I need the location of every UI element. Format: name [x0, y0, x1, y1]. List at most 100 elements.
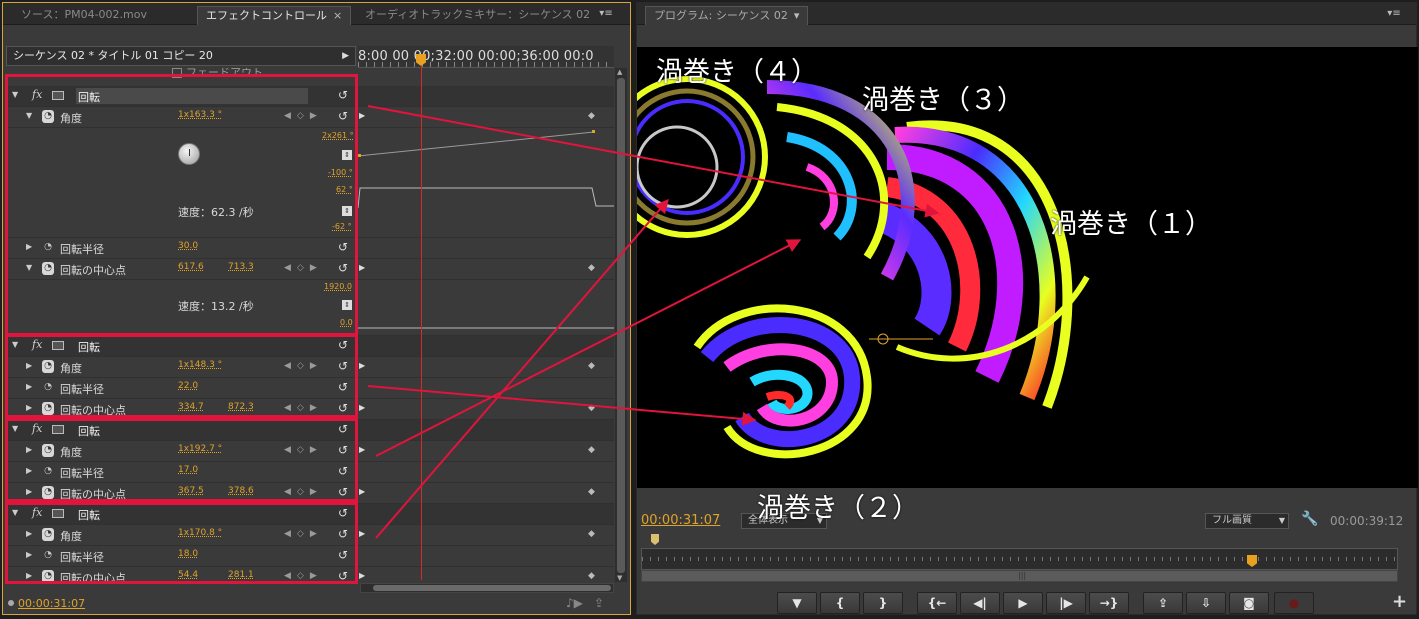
step-forward-button[interactable]: |▶ [1046, 592, 1086, 614]
expand-triangle-icon[interactable]: ▼ [26, 111, 32, 120]
expand-triangle-icon[interactable]: ▶ [26, 361, 32, 370]
program-zoom-scrollbar[interactable]: ||| [641, 570, 1398, 582]
tab-audio-track-mixer[interactable]: オーディオトラックミキサー：シーケンス 02 [357, 6, 593, 25]
param-value[interactable]: 18.0 [178, 549, 198, 559]
button-editor-button[interactable]: + [1392, 591, 1407, 612]
expand-triangle-icon[interactable]: ▶ [26, 529, 32, 538]
go-to-in-button[interactable]: {← [917, 592, 957, 614]
reset-icon[interactable]: ↺ [338, 443, 348, 457]
param-value-y[interactable]: 713.3 [228, 262, 254, 272]
param-value-y[interactable]: 872.3 [228, 402, 254, 412]
horizontal-scrollbar[interactable] [360, 583, 614, 593]
record-button[interactable]: ● [1274, 592, 1314, 614]
keyframe-nav-icon[interactable]: ◀◇▶ [284, 111, 323, 121]
tab-source[interactable]: ソース：PM04-002.mov [13, 6, 155, 25]
param-value[interactable]: 1x148.3 ° [178, 360, 222, 370]
step-back-button[interactable]: ◀| [960, 592, 1000, 614]
keyframe-nav-icon[interactable]: ◀◇▶ [284, 361, 323, 371]
expand-triangle-icon[interactable]: ▶ [26, 487, 32, 496]
scroll-thumb[interactable] [617, 78, 625, 573]
stopwatch-icon[interactable]: ◔ [42, 262, 54, 275]
vertical-scrollbar[interactable]: ▲ ▼ [615, 68, 627, 582]
param-value-y[interactable]: 281.1 [228, 570, 254, 580]
tab-close-icon[interactable]: × [333, 9, 342, 22]
angle-row-3[interactable]: ▶ ◔ 角度 1x192.7 ° ◀◇▶ ↺ ▶ ◆ [6, 441, 614, 462]
keyframe-nav-icon[interactable]: ◀◇▶ [284, 263, 323, 273]
reset-icon[interactable]: ↺ [338, 422, 348, 436]
fx-header-1[interactable]: ▼ fx 回転 ↺ [6, 86, 614, 107]
stopwatch-icon[interactable]: ◔ [42, 465, 54, 478]
stopwatch-icon[interactable]: ◔ [42, 528, 54, 541]
radius-row-1[interactable]: ▶ ◔ 回転半径 30.0 ↺ [6, 238, 614, 259]
program-timecode[interactable]: 00:00:31:07 [641, 513, 720, 528]
expand-triangle-icon[interactable]: ▼ [12, 340, 18, 349]
angle-dial-icon[interactable] [178, 143, 200, 165]
reset-icon[interactable]: ↺ [338, 380, 348, 394]
angle-row-2[interactable]: ▶ ◔ 角度 1x148.3 ° ◀◇▶ ↺ ▶ ◆ [6, 357, 614, 378]
export-icon[interactable]: ⇪ [594, 596, 604, 610]
stopwatch-icon[interactable]: ◔ [42, 402, 54, 415]
reset-icon[interactable]: ↺ [338, 506, 348, 520]
radius-row-4[interactable]: ▶ ◔ 回転半径 18.0 ↺ [6, 546, 614, 567]
go-to-out-button[interactable]: →} [1089, 592, 1129, 614]
keyframe-nav-icon[interactable]: ◀◇▶ [284, 571, 323, 581]
scroll-grip-icon[interactable]: ||| [1018, 571, 1026, 580]
audio-scrub-icon[interactable]: ♪▶ [566, 596, 583, 610]
param-value-x[interactable]: 334.7 [178, 402, 204, 412]
graph-toggle-icon[interactable]: ⇕ [342, 300, 352, 310]
reset-icon[interactable]: ↺ [338, 485, 348, 499]
radius-row-2[interactable]: ▶ ◔ 回転半径 22.0 ↺ [6, 378, 614, 399]
center-row-1[interactable]: ▼ ◔ 回転の中心点 617.6 713.3 ◀◇▶ ↺ ▶ ◆ [6, 259, 614, 280]
stopwatch-icon[interactable]: ◔ [42, 570, 54, 582]
reset-icon[interactable]: ↺ [338, 261, 348, 275]
param-value[interactable]: 1x163.3 ° [178, 110, 222, 120]
lift-button[interactable]: ⇪ [1143, 592, 1183, 614]
keyframe-nav-icon[interactable]: ◀◇▶ [284, 445, 323, 455]
panel-menu-icon[interactable]: ▾≡ [1385, 8, 1403, 21]
reset-icon[interactable]: ↺ [338, 527, 348, 541]
center-row-2[interactable]: ▶ ◔ 回転の中心点 334.7 872.3 ◀◇▶ ↺ ▶ ◆ [6, 399, 614, 420]
param-value[interactable]: 30.0 [178, 241, 198, 251]
reset-icon[interactable]: ↺ [338, 109, 348, 123]
stopwatch-icon[interactable]: ◔ [42, 381, 54, 394]
mark-out-button[interactable]: } [863, 592, 903, 614]
in-point-marker-icon[interactable] [651, 534, 659, 545]
footer-timecode[interactable]: 00:00:31:07 [18, 597, 85, 610]
reset-icon[interactable]: ↺ [338, 464, 348, 478]
param-value[interactable]: 17.0 [178, 465, 198, 475]
stopwatch-icon[interactable]: ◔ [42, 486, 54, 499]
param-value-x[interactable]: 367.5 [178, 486, 204, 496]
reset-icon[interactable]: ↺ [338, 548, 348, 562]
expand-triangle-icon[interactable]: ▶ [26, 466, 32, 475]
export-frame-button[interactable]: ◙ [1229, 592, 1269, 614]
keyframe-diamond-icon[interactable]: ◆ [588, 487, 595, 497]
scroll-up-icon[interactable]: ▲ [617, 68, 622, 76]
angle-graph[interactable] [358, 128, 614, 238]
center-row-3[interactable]: ▶ ◔ 回転の中心点 367.5 378.6 ◀◇▶ ↺ ▶ ◆ [6, 483, 614, 504]
program-video-frame[interactable] [637, 47, 1418, 488]
anchor-point-icon[interactable] [869, 333, 933, 345]
expand-triangle-icon[interactable]: ▶ [26, 445, 32, 454]
stopwatch-icon[interactable]: ◔ [42, 549, 54, 562]
radius-row-3[interactable]: ▶ ◔ 回転半径 17.0 ↺ [6, 462, 614, 483]
reset-icon[interactable]: ↺ [338, 240, 348, 254]
graph-toggle-icon[interactable]: ⇕ [342, 150, 352, 160]
angle-row-1[interactable]: ▼ ◔ 角度 1x163.3 ° ◀◇▶ ↺ ▶ ◆ [6, 107, 614, 128]
reset-icon[interactable]: ↺ [338, 401, 348, 415]
tab-dropdown-icon[interactable]: ▾ [794, 9, 800, 22]
scroll-down-icon[interactable]: ▼ [617, 574, 622, 582]
param-value[interactable]: 22.0 [178, 381, 198, 391]
param-value-x[interactable]: 617.6 [178, 262, 204, 272]
expand-triangle-icon[interactable]: ▶ [26, 571, 32, 580]
play-button[interactable]: ▶ [1003, 592, 1043, 614]
program-time-track[interactable] [641, 548, 1398, 570]
expand-triangle-icon[interactable]: ▼ [26, 263, 32, 272]
settings-wrench-icon[interactable]: 🔧 [1301, 511, 1318, 527]
param-value-y[interactable]: 378.6 [228, 486, 254, 496]
stopwatch-icon[interactable]: ◔ [42, 360, 54, 373]
expand-triangle-icon[interactable]: ▼ [12, 424, 18, 433]
reset-icon[interactable]: ↺ [338, 338, 348, 352]
playback-quality-select[interactable]: フル画質 ▼ [1205, 513, 1289, 529]
center-graph[interactable] [358, 280, 614, 336]
play-arrow-icon[interactable]: ▶ [342, 47, 349, 65]
